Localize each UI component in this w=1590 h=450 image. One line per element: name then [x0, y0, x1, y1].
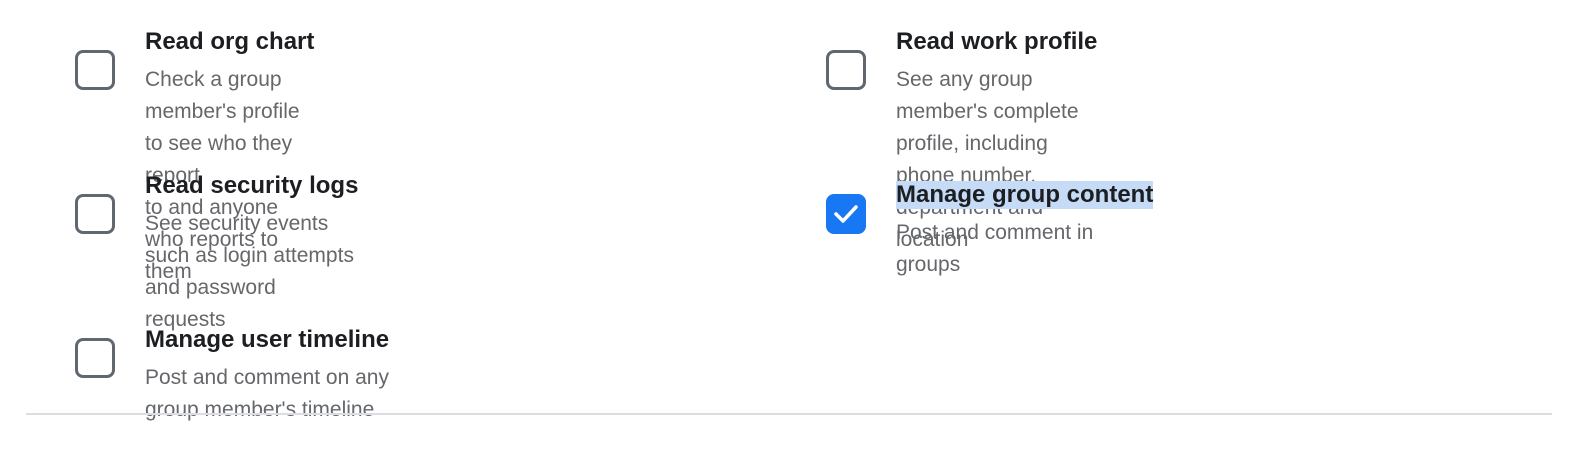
checkmark-icon	[834, 205, 858, 223]
permission-title: Manage group content	[896, 181, 1154, 209]
description-line: See security events such as login attemp…	[145, 212, 354, 299]
permission-text: Manage group content Post and comment in…	[896, 181, 1154, 281]
permission-title: Read org chart	[145, 28, 315, 55]
section-divider	[26, 413, 1552, 415]
permission-title: Manage user timeline	[145, 326, 390, 353]
permission-title: Read work profile	[896, 28, 1098, 55]
manage-user-timeline-checkbox[interactable]	[75, 338, 115, 378]
permission-title: Read security logs	[145, 172, 359, 199]
permission-description: See security events such as login attemp…	[145, 208, 358, 336]
manage-group-content-checkbox[interactable]	[826, 194, 866, 234]
description-line: See any group member's complete profile,…	[896, 68, 1079, 155]
permission-text: Read security logs See security events s…	[145, 172, 358, 336]
read-security-logs-checkbox[interactable]	[75, 194, 115, 234]
description-line: Post and comment on any group member's t…	[145, 366, 389, 421]
read-work-profile-checkbox[interactable]	[826, 50, 866, 90]
description-line: Post and comment in groups	[896, 221, 1094, 276]
permission-text: Manage user timeline Post and comment on…	[145, 326, 389, 426]
permission-description: Post and comment in groups	[896, 217, 1153, 281]
read-org-chart-checkbox[interactable]	[75, 50, 115, 90]
permission-description: Post and comment on any group member's t…	[145, 362, 389, 426]
